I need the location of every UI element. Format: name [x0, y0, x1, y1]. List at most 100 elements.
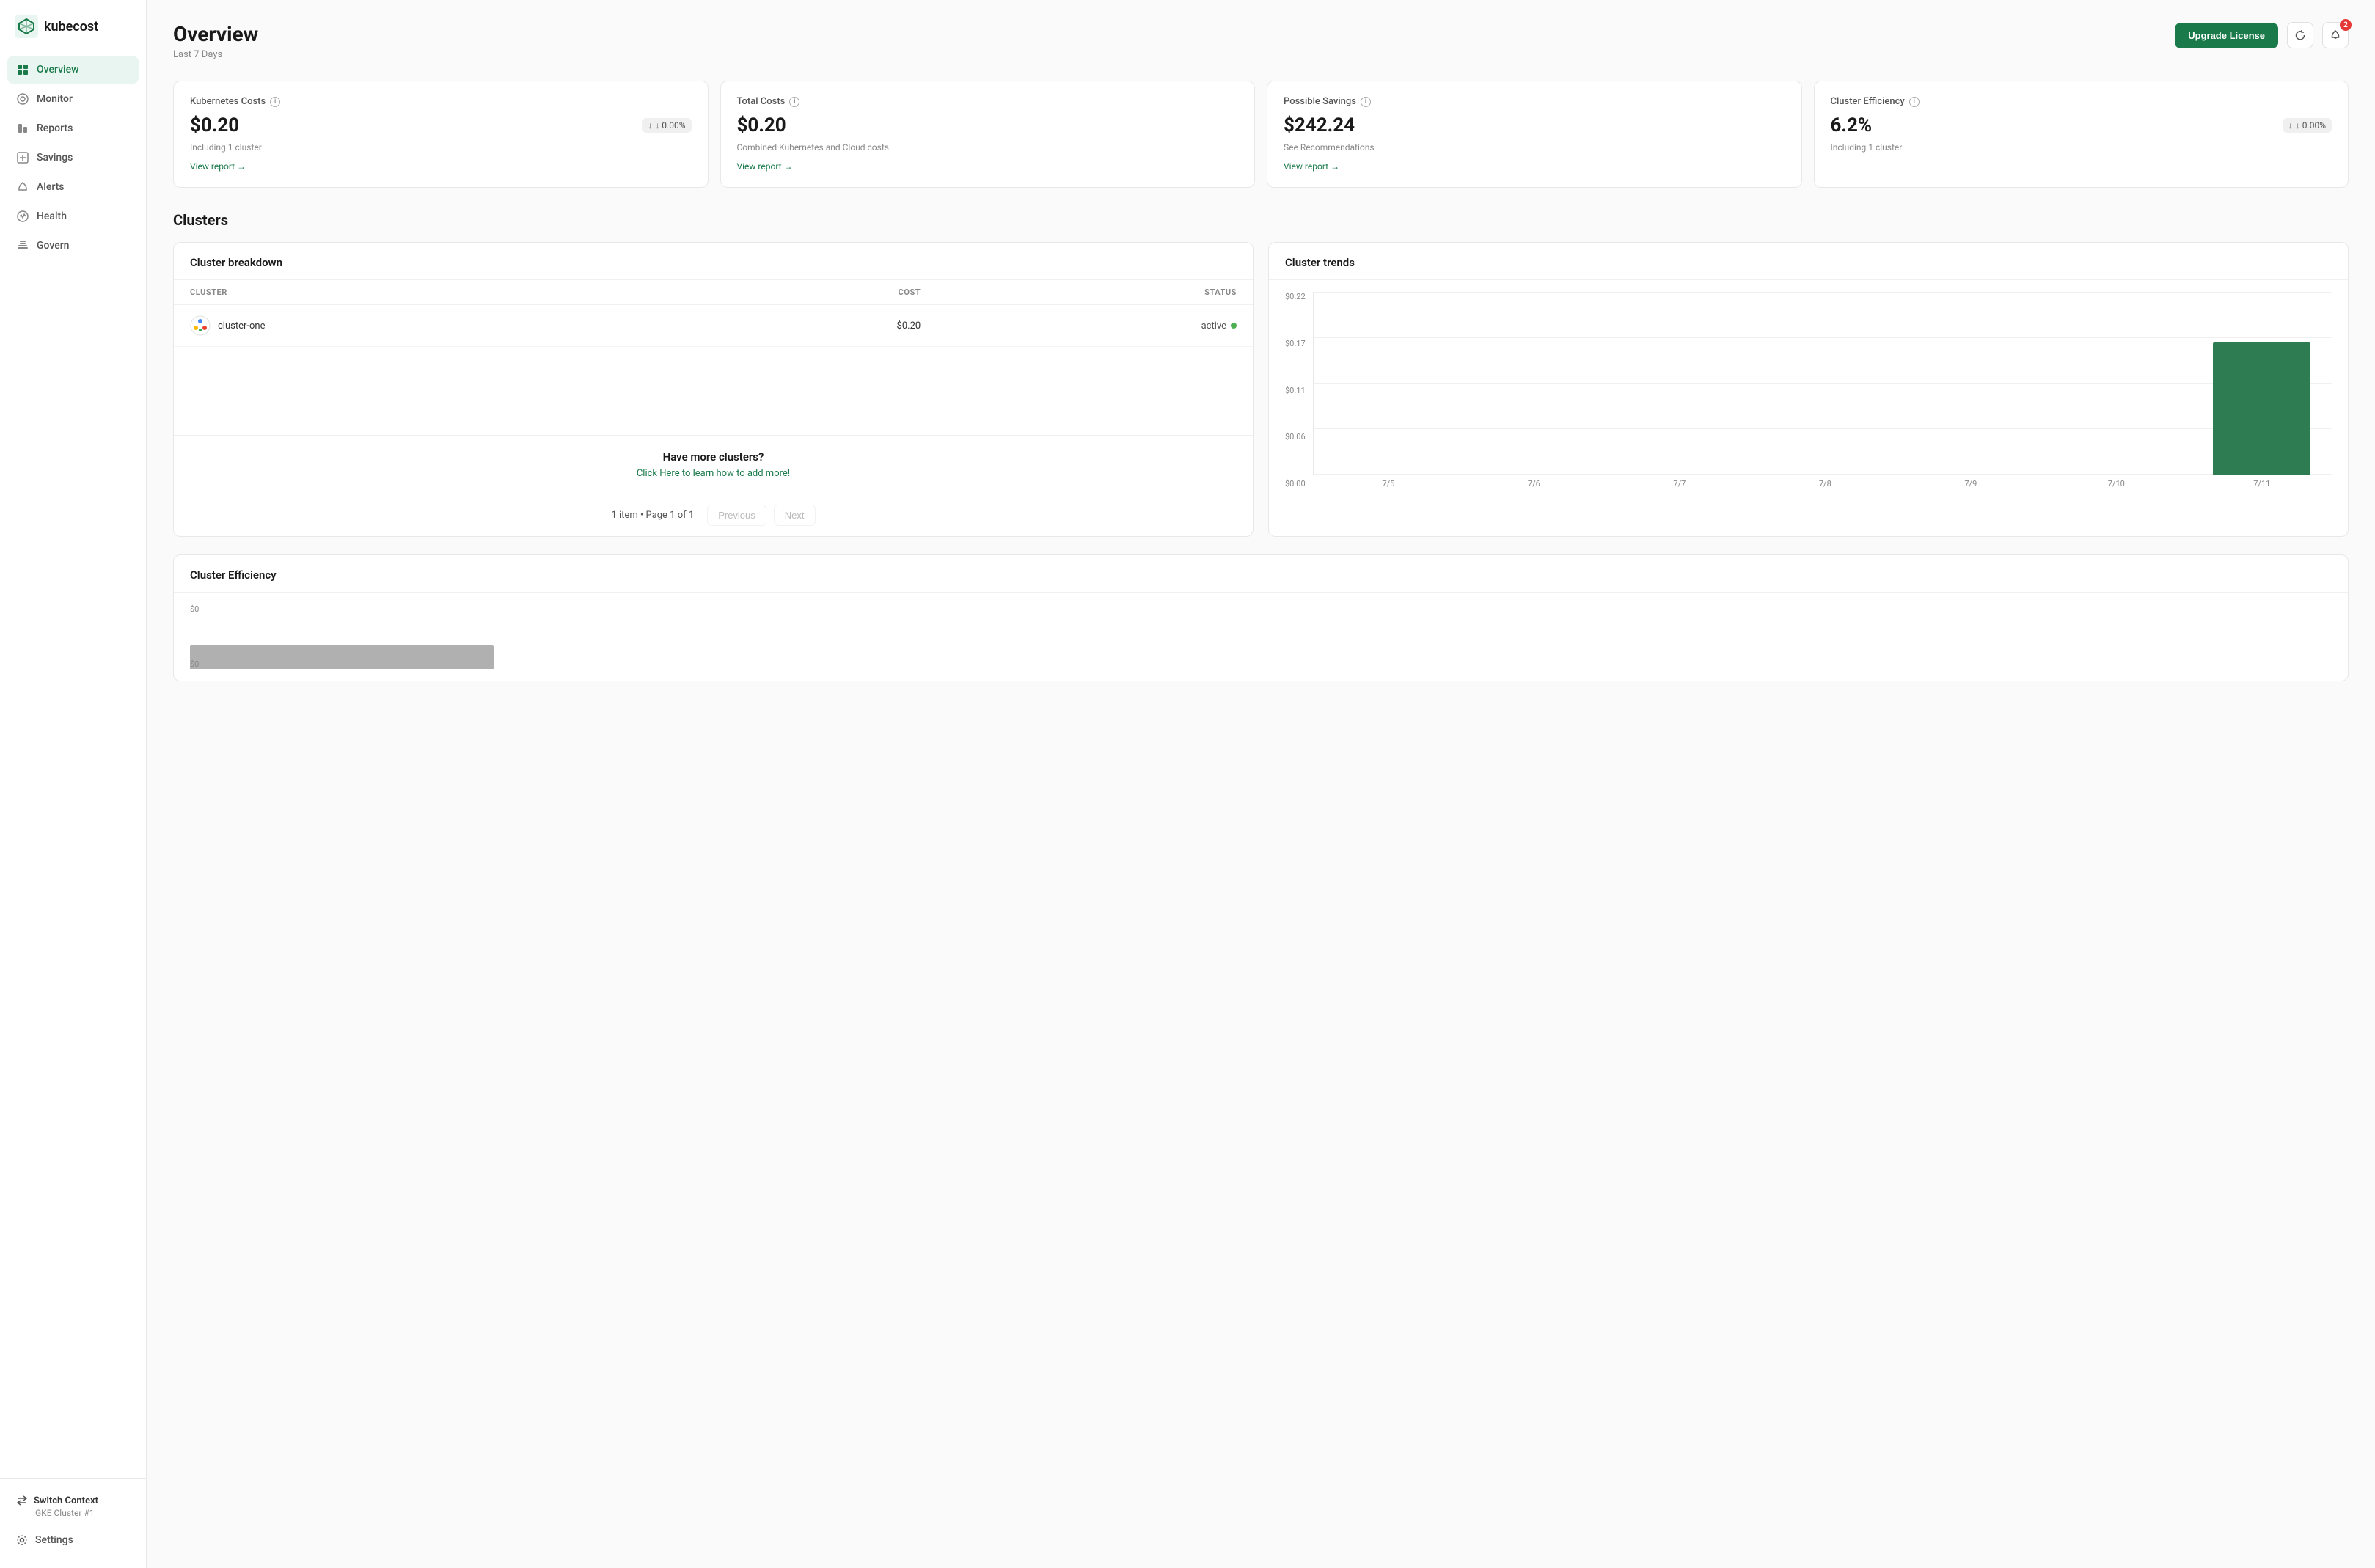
col-cost: COST [675, 280, 937, 305]
x-label: 7/9 [1901, 479, 2041, 488]
metric-link-savings[interactable]: View report → [1284, 161, 1339, 172]
cluster-name-cell: cluster-one [174, 305, 675, 347]
trends-chart-inner: $0.22$0.17$0.11$0.06$0.00 7/57/67/77 [1285, 292, 2332, 488]
notification-badge: 2 [2340, 19, 2352, 31]
bar-wrap [2192, 292, 2332, 475]
table-row[interactable]: cluster-one $0.20 active [174, 305, 1253, 347]
logo[interactable]: kubecost [0, 15, 146, 56]
sidebar-item-savings-label: Savings [37, 152, 73, 164]
eff-bar [190, 645, 494, 669]
cluster-breakdown-header: Cluster breakdown [174, 243, 1253, 280]
settings-icon [16, 1534, 28, 1546]
sidebar-item-monitor-label: Monitor [37, 93, 73, 105]
page-title: Overview [173, 22, 258, 46]
status-dot [1231, 323, 1237, 329]
metric-value-kubernetes: $0.20 [190, 114, 239, 136]
switch-icon [16, 1495, 28, 1506]
bar-wrap [2046, 292, 2186, 475]
header-left: Overview Last 7 Days [173, 22, 258, 60]
info-icon-total[interactable]: i [789, 97, 799, 107]
sidebar-item-govern-label: Govern [37, 240, 69, 252]
metric-desc-efficiency: Including 1 cluster [1831, 142, 2332, 153]
switch-context-sub: GKE Cluster #1 [35, 1508, 130, 1518]
sidebar-bottom: Switch Context GKE Cluster #1 Settings [0, 1478, 146, 1553]
x-label: 7/11 [2192, 479, 2332, 488]
promo-row: Have more clusters? Click Here to learn … [174, 435, 1253, 494]
table-empty-space [174, 347, 1253, 435]
info-icon-kubernetes[interactable]: i [270, 97, 280, 107]
metric-desc-kubernetes: Including 1 cluster [190, 142, 692, 153]
x-label: 7/8 [1755, 479, 1895, 488]
bar-wrap [1610, 292, 1749, 475]
sidebar-item-overview-label: Overview [37, 64, 78, 76]
promo-link[interactable]: Click Here to learn how to add more! [190, 468, 1237, 479]
metric-value-row-kubernetes: $0.20 ↓ ↓ 0.00% [190, 114, 692, 136]
previous-button[interactable]: Previous [707, 505, 766, 526]
metric-desc-total: Combined Kubernetes and Cloud costs [737, 142, 1239, 153]
sidebar-item-settings[interactable]: Settings [7, 1527, 139, 1553]
sidebar-item-health-label: Health [37, 210, 67, 222]
eff-y-label: $0 [190, 604, 199, 614]
sidebar-item-monitor[interactable]: Monitor [7, 85, 139, 113]
clusters-grid: Cluster breakdown CLUSTER COST STATUS [173, 242, 2349, 537]
metric-card-cluster-efficiency: Cluster Efficiency i 6.2% ↓ ↓ 0.00% Incl… [1814, 81, 2349, 188]
notifications-button[interactable]: 2 [2322, 22, 2349, 48]
sidebar-item-overview[interactable]: Overview [7, 56, 139, 84]
pagination-info: 1 item • Page 1 of 1 [611, 510, 694, 521]
trends-y-labels: $0.22$0.17$0.11$0.06$0.00 [1285, 292, 1313, 488]
arrow-down-icon-eff: ↓ [2288, 120, 2293, 131]
sidebar-item-alerts[interactable]: Alerts [7, 173, 139, 201]
switch-context-button[interactable]: Switch Context GKE Cluster #1 [7, 1486, 139, 1527]
header-actions: Upgrade License 2 [2175, 22, 2349, 48]
sidebar-item-govern[interactable]: Govern [7, 232, 139, 260]
metric-value-total: $0.20 [737, 114, 786, 136]
sidebar-item-savings[interactable]: Savings [7, 144, 139, 172]
info-icon-savings[interactable]: i [1361, 97, 1371, 107]
metric-value-row-efficiency: 6.2% ↓ ↓ 0.00% [1831, 114, 2332, 136]
status-label: active [1201, 320, 1226, 331]
main-content: Overview Last 7 Days Upgrade License 2 [147, 0, 2375, 1568]
metric-label-total: Total Costs i [737, 96, 1239, 107]
upgrade-license-button[interactable]: Upgrade License [2175, 23, 2278, 48]
switch-context-label: Switch Context [16, 1495, 130, 1506]
pagination-row: 1 item • Page 1 of 1 Previous Next [174, 494, 1253, 536]
cluster-breakdown-card: Cluster breakdown CLUSTER COST STATUS [173, 242, 1254, 537]
col-status: STATUS [937, 280, 1253, 305]
trends-chart-area: $0.22$0.17$0.11$0.06$0.00 7/57/67/77 [1269, 280, 2348, 500]
overview-icon [16, 63, 29, 76]
y-label: $0.17 [1285, 339, 1306, 348]
health-icon [16, 210, 29, 223]
next-button[interactable]: Next [774, 505, 816, 526]
sidebar-item-reports[interactable]: Reports [7, 114, 139, 142]
refresh-button[interactable] [2287, 22, 2313, 48]
metric-badge-efficiency: ↓ ↓ 0.00% [2283, 118, 2332, 133]
metrics-grid: Kubernetes Costs i $0.20 ↓ ↓ 0.00% Inclu… [173, 81, 2349, 188]
savings-icon [16, 151, 29, 164]
sidebar-item-health[interactable]: Health [7, 202, 139, 230]
metric-link-kubernetes[interactable]: View report → [190, 161, 246, 172]
cluster-efficiency-header: Cluster Efficiency [174, 555, 2348, 593]
y-label: $0.06 [1285, 432, 1306, 442]
reports-icon [16, 122, 29, 135]
settings-label: Settings [35, 1534, 73, 1546]
metric-card-kubernetes-costs: Kubernetes Costs i $0.20 ↓ ↓ 0.00% Inclu… [173, 81, 709, 188]
metric-link-total[interactable]: View report → [737, 161, 793, 172]
bar-wrap [1465, 292, 1604, 475]
cluster-table: CLUSTER COST STATUS [174, 280, 1253, 347]
monitor-icon [16, 92, 29, 106]
metric-label-kubernetes: Kubernetes Costs i [190, 96, 692, 107]
refresh-icon [2294, 29, 2306, 41]
metric-value-row-total: $0.20 [737, 114, 1239, 136]
bar-wrap [1901, 292, 2041, 475]
header-subtitle: Last 7 Days [173, 49, 258, 60]
x-label: 7/7 [1610, 479, 1749, 488]
govern-icon [16, 239, 29, 252]
info-icon-efficiency[interactable]: i [1909, 97, 1920, 107]
bar-wrap [1320, 292, 1459, 475]
bell-icon [2330, 29, 2341, 41]
chart-bar [2213, 342, 2310, 475]
efficiency-chart: $0$0 [174, 593, 2348, 681]
y-label: $0.11 [1285, 386, 1306, 395]
trends-bars-area: 7/57/67/77/87/97/107/11 [1313, 292, 2332, 488]
metric-card-total-costs: Total Costs i $0.20 Combined Kubernetes … [720, 81, 1256, 188]
